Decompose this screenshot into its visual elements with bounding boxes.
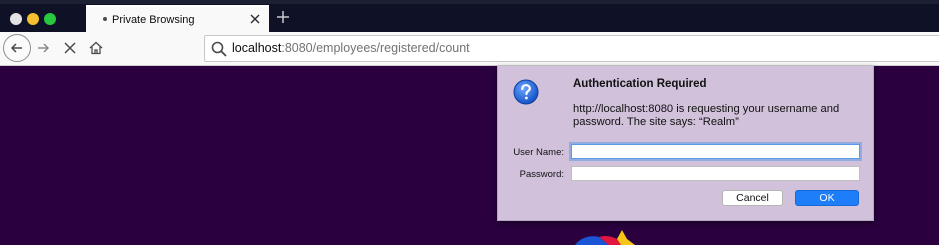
tab-indicator-dot — [103, 17, 107, 21]
url-host: localhost — [232, 41, 282, 55]
tab-private-browsing[interactable]: Private Browsing — [86, 5, 269, 33]
password-field[interactable] — [571, 166, 860, 181]
new-tab-icon[interactable] — [276, 10, 290, 24]
url-text[interactable]: localhost:8080/employees/registered/coun… — [232, 41, 470, 55]
home-button[interactable] — [86, 38, 106, 58]
username-field[interactable] — [571, 144, 860, 159]
tab-strip: Private Browsing — [0, 0, 939, 33]
stop-icon — [64, 42, 76, 54]
forward-icon — [38, 43, 50, 53]
navigation-toolbar: localhost:8080/employees/registered/coun… — [0, 32, 939, 66]
close-tab-icon[interactable] — [248, 12, 262, 26]
password-label: Password: — [519, 169, 564, 180]
url-path: :8080/employees/registered/count — [281, 41, 470, 55]
forward-button[interactable] — [33, 38, 53, 58]
cancel-button[interactable]: Cancel — [722, 190, 783, 206]
url-bar[interactable]: localhost:8080/employees/registered/coun… — [204, 35, 939, 62]
question-icon — [513, 79, 539, 105]
username-label: User Name: — [513, 147, 564, 158]
home-icon — [89, 41, 103, 55]
tab-title: Private Browsing — [112, 14, 195, 26]
window-maximize-button[interactable] — [44, 13, 56, 25]
search-icon — [211, 41, 227, 57]
ok-button[interactable]: OK — [795, 190, 859, 206]
window-top-edge — [0, 0, 939, 4]
dialog-title: Authentication Required — [573, 78, 707, 90]
back-icon — [10, 43, 22, 53]
stop-button[interactable] — [60, 38, 80, 58]
authentication-dialog: Authentication Required http://localhost… — [497, 66, 874, 221]
window-close-button[interactable] — [10, 13, 22, 25]
back-button[interactable] — [3, 34, 31, 62]
page-logo-partial — [575, 230, 635, 245]
dialog-message: http://localhost:8080 is requesting your… — [573, 103, 840, 128]
window-minimize-button[interactable] — [27, 13, 39, 25]
